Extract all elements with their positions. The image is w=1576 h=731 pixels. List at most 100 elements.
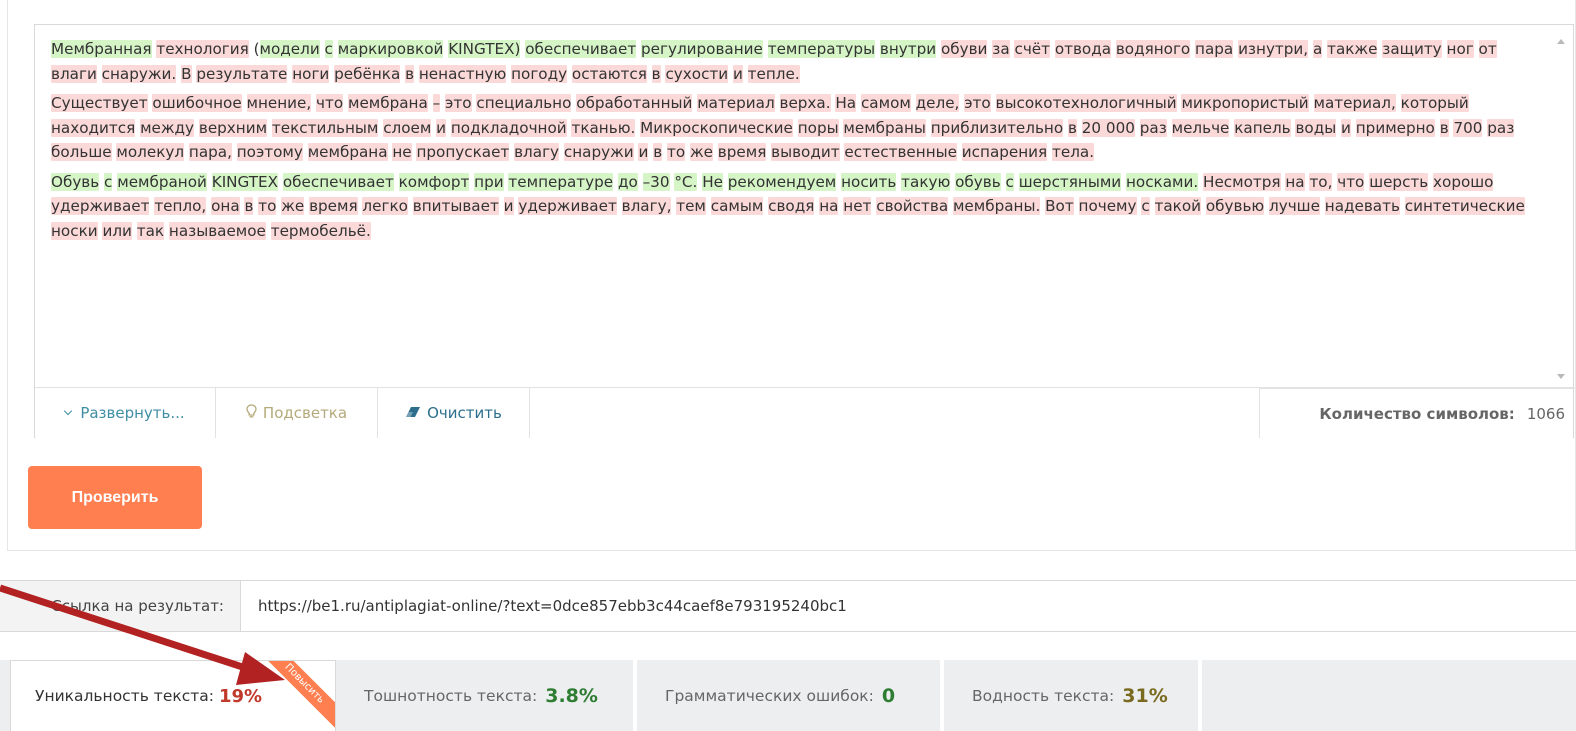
matched-word: На bbox=[835, 94, 857, 112]
editor-toolbar: Развернуть... Подсветка Очистить Количес… bbox=[35, 387, 1575, 438]
matched-word: молекул bbox=[116, 143, 185, 161]
unique-word: температуре bbox=[508, 172, 614, 191]
scroll-up-arrow-icon[interactable] bbox=[1557, 39, 1565, 44]
matched-word: мембраны bbox=[843, 118, 926, 137]
matched-word: приблизительно bbox=[930, 118, 1064, 137]
result-link-row: Ссылка на результат: https://be1.ru/anti… bbox=[0, 580, 1576, 632]
matched-word: же bbox=[689, 143, 713, 161]
matched-word: верхним bbox=[198, 118, 268, 137]
highlight-label: Подсветка bbox=[262, 404, 348, 422]
editor-scrollbar[interactable] bbox=[1551, 25, 1573, 387]
matched-word: что bbox=[1337, 172, 1365, 191]
matched-word: высокотехнологичный bbox=[995, 94, 1177, 112]
matched-word: самом bbox=[860, 94, 911, 112]
matched-word: микропористый bbox=[1181, 94, 1309, 112]
matched-word: удерживает bbox=[51, 197, 150, 215]
matched-word: отвода bbox=[1054, 40, 1112, 58]
editor-text[interactable]: Мембранная технология (модели с маркиров… bbox=[51, 37, 1529, 248]
matched-word: обработанный bbox=[576, 94, 693, 112]
unique-word: при bbox=[474, 172, 504, 191]
matched-word: тепле. bbox=[747, 64, 800, 83]
matched-word: и bbox=[436, 118, 447, 137]
matched-word: то bbox=[258, 197, 277, 215]
matched-word: с bbox=[1141, 197, 1150, 215]
matched-word: впитывает bbox=[412, 197, 499, 215]
check-button[interactable]: Проверить bbox=[28, 466, 202, 529]
matched-word: и bbox=[638, 143, 649, 161]
matched-word: ошибочное bbox=[152, 94, 242, 112]
matched-word: надевать bbox=[1324, 197, 1400, 215]
result-link-url[interactable]: https://be1.ru/antiplagiat-online/?text=… bbox=[258, 581, 847, 631]
matched-word: в bbox=[651, 64, 661, 83]
matched-word: на bbox=[819, 197, 839, 215]
matched-word: мембраны. bbox=[952, 197, 1041, 215]
unique-word: обеспечивает bbox=[282, 172, 394, 191]
matched-word: мнение, bbox=[246, 94, 312, 112]
text-editor[interactable]: Мембранная технология (модели с маркиров… bbox=[34, 24, 1575, 438]
unique-word: с bbox=[104, 172, 113, 191]
tab-grammar[interactable]: Грамматических ошибок: 0 bbox=[641, 660, 944, 731]
matched-word: шерсть bbox=[1369, 172, 1429, 191]
unique-word: носить bbox=[841, 172, 897, 191]
matched-word: тела. bbox=[1052, 143, 1095, 161]
matched-word: – bbox=[432, 94, 441, 112]
matched-word: самым bbox=[710, 197, 764, 215]
tab-uniqueness[interactable]: Уникальность текста: 19% Повысить bbox=[10, 660, 336, 731]
matched-word: тем bbox=[676, 197, 706, 215]
tab-uniqueness-label: Уникальность текста: bbox=[35, 687, 214, 705]
scroll-down-arrow-icon[interactable] bbox=[1557, 374, 1565, 379]
unique-word: Обувь bbox=[51, 172, 100, 191]
improve-ribbon[interactable]: Повысить bbox=[258, 661, 335, 730]
unique-word: внутри bbox=[879, 40, 937, 58]
matched-word: мембрана bbox=[347, 94, 428, 112]
matched-word: водяного bbox=[1115, 40, 1191, 58]
matched-word: носки bbox=[51, 221, 98, 240]
highlight-button[interactable]: Подсветка bbox=[216, 388, 378, 438]
matched-word: испарения bbox=[961, 143, 1048, 161]
matched-word: свойства bbox=[876, 197, 949, 215]
unique-word: до bbox=[617, 172, 638, 191]
unique-word: такую bbox=[901, 172, 951, 191]
matched-word: не bbox=[392, 143, 412, 161]
char-count-label: Количество символов: bbox=[1319, 404, 1515, 423]
matched-word: выводит bbox=[771, 143, 840, 161]
matched-word: от bbox=[1478, 40, 1497, 58]
matched-word: защиту bbox=[1382, 40, 1442, 58]
tab-grammar-label: Грамматических ошибок: bbox=[665, 686, 874, 705]
unique-word: Мембранная bbox=[51, 40, 152, 58]
unique-word: обувь bbox=[955, 172, 1001, 191]
matched-word: это bbox=[445, 94, 472, 112]
matched-word: материал bbox=[697, 94, 775, 112]
unique-word: KINGTEX) bbox=[448, 40, 521, 58]
expand-button[interactable]: Развернуть... bbox=[35, 388, 216, 438]
tab-nausea[interactable]: Тошнотность текста: 3.8% bbox=[340, 660, 637, 731]
clear-button[interactable]: Очистить bbox=[378, 388, 530, 438]
unique-word: маркировкой bbox=[337, 40, 444, 58]
matched-word: легко bbox=[362, 197, 408, 215]
tab-grammar-value: 0 bbox=[881, 684, 896, 707]
matched-word: находится bbox=[51, 118, 136, 137]
tab-uniqueness-value: 19% bbox=[218, 685, 263, 707]
tab-wateriness-label: Водность текста: bbox=[972, 686, 1115, 705]
matched-word: также bbox=[1327, 40, 1378, 58]
matched-word: на bbox=[1285, 172, 1305, 191]
matched-word: Несмотря bbox=[1203, 172, 1281, 191]
unique-word: –30 bbox=[642, 172, 670, 191]
matched-word: за bbox=[992, 40, 1010, 58]
matched-word: естественные bbox=[844, 143, 957, 161]
editor-paragraph: Существует ошибочное мнение, что мембран… bbox=[51, 91, 1529, 165]
tab-wateriness[interactable]: Водность текста: 31% bbox=[948, 660, 1202, 731]
clear-label: Очистить bbox=[427, 404, 502, 422]
unique-word: регулирование bbox=[641, 40, 763, 58]
unique-word: температуры bbox=[767, 40, 876, 58]
matched-word: сводя bbox=[768, 197, 815, 215]
matched-word: 700 bbox=[1453, 118, 1483, 137]
expand-label: Развернуть... bbox=[80, 404, 185, 422]
char-counter: Количество символов: 1066 bbox=[1259, 388, 1575, 438]
matched-word: пара, bbox=[188, 143, 232, 161]
unique-word: носками. bbox=[1125, 172, 1199, 191]
matched-word: 20 000 bbox=[1081, 118, 1135, 137]
matched-word: это bbox=[964, 94, 991, 112]
matched-word: воды bbox=[1295, 118, 1337, 137]
matched-word: время bbox=[309, 197, 358, 215]
